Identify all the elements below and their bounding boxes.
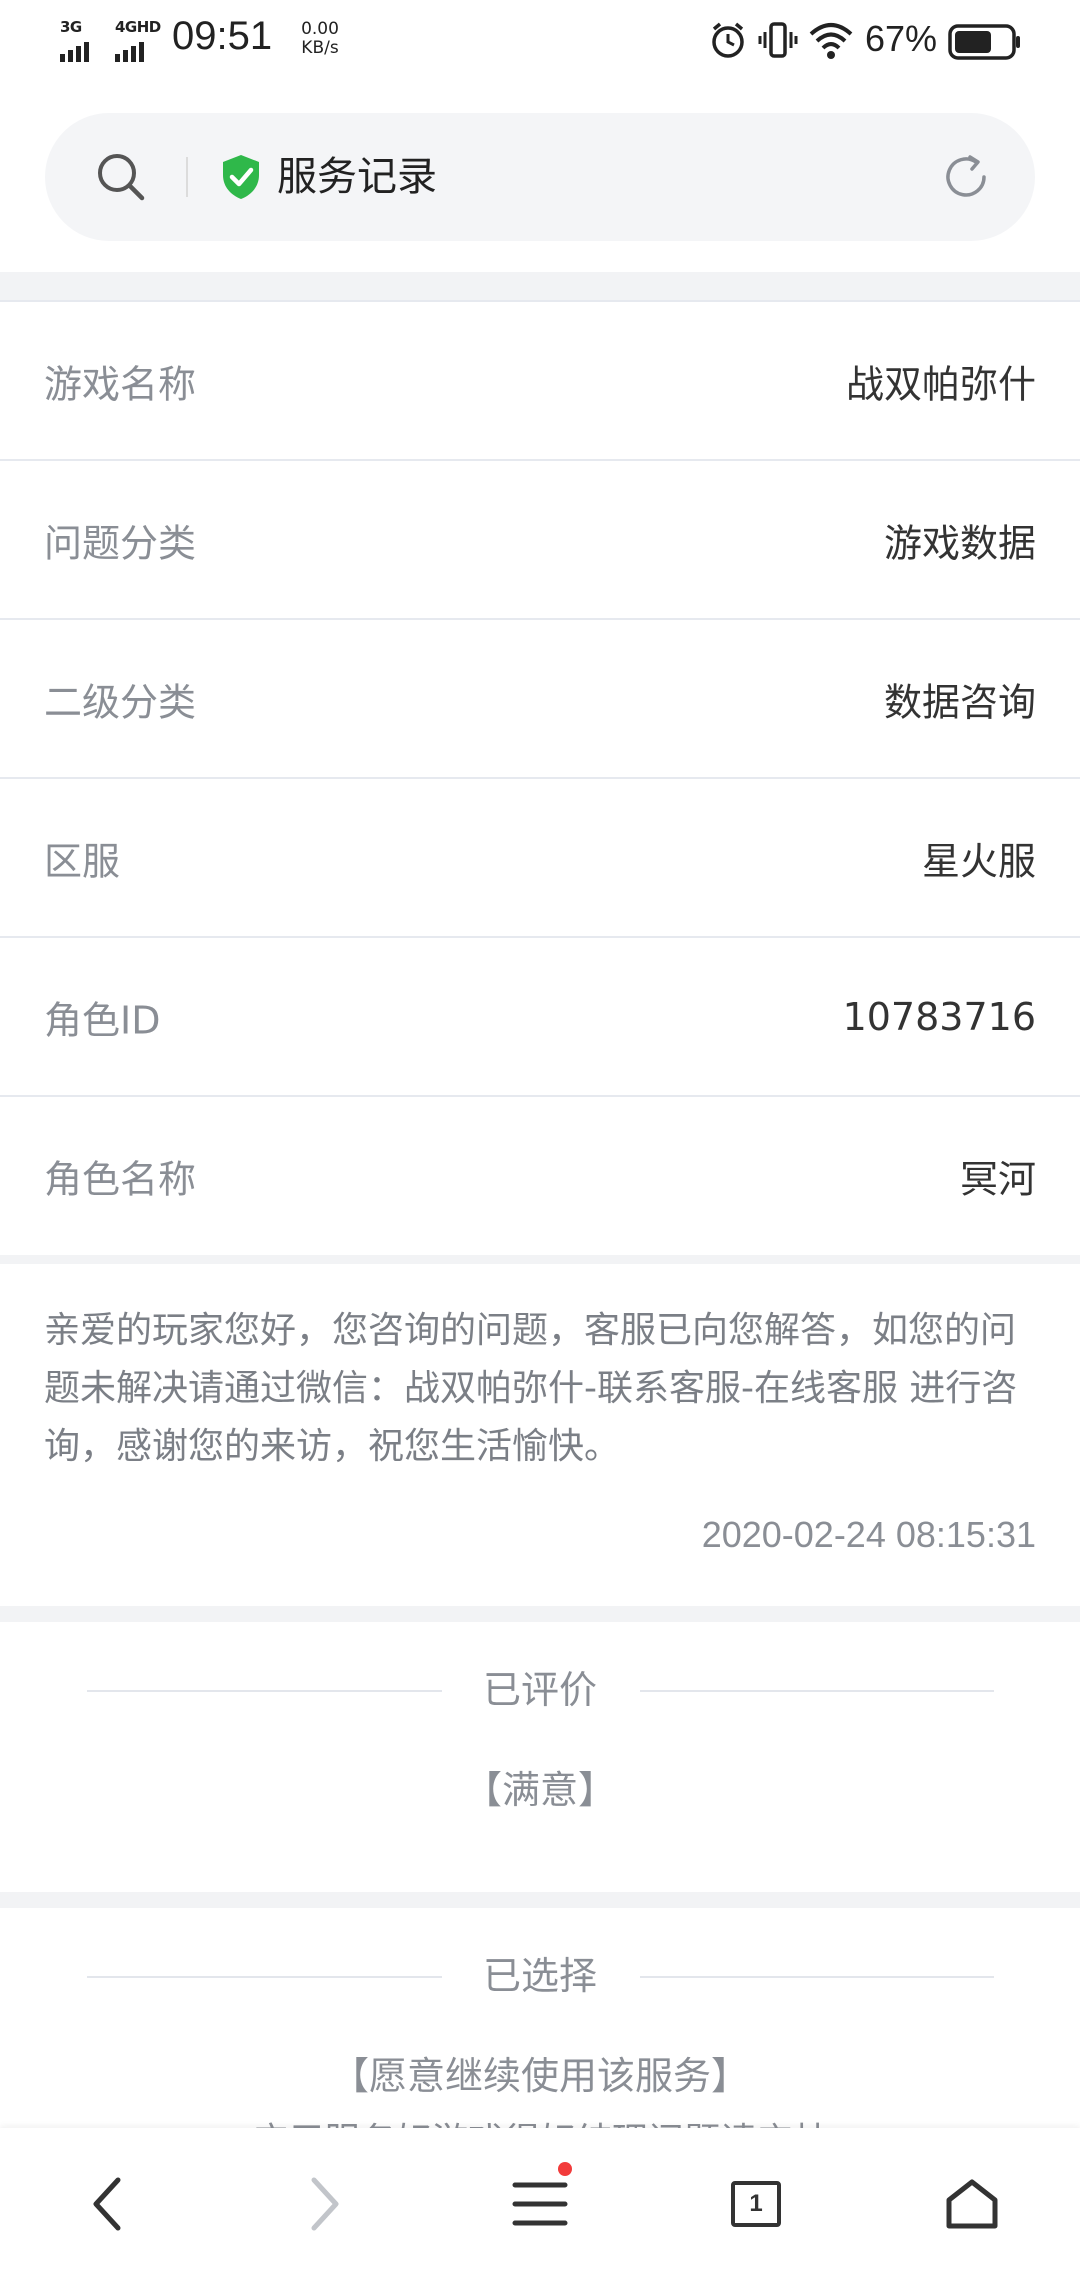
tab-count: 1 xyxy=(749,2190,763,2217)
info-value: 数据咨询 xyxy=(883,680,1036,724)
forward-button[interactable] xyxy=(216,2128,432,2280)
network-speed: 0.00 KB/s xyxy=(290,20,350,58)
reply-timestamp: 2020-02-24 08:15:31 xyxy=(701,1514,1036,1555)
section-divider xyxy=(640,1690,994,1692)
info-row-game-name: 游戏名称 战双帕弥什 xyxy=(0,302,1080,461)
service-info-list: 游戏名称 战双帕弥什 问题分类 游戏数据 二级分类 数据咨询 区服 星火服 角色… xyxy=(0,300,1080,1255)
tabs-button[interactable]: 1 xyxy=(648,2128,864,2280)
forward-icon xyxy=(311,2177,339,2231)
menu-icon xyxy=(512,2182,568,2226)
browser-bottom-nav: 1 xyxy=(0,2128,1080,2280)
battery-icon xyxy=(948,24,1020,60)
network-type-1: 3G xyxy=(60,18,82,36)
info-row-role-name: 角色名称 冥河 xyxy=(0,1097,1080,1255)
home-icon xyxy=(946,2179,998,2229)
wifi-icon xyxy=(809,23,853,59)
menu-button[interactable] xyxy=(432,2128,648,2280)
signal-3g-icon: 3G xyxy=(60,18,106,62)
vibrate-icon xyxy=(758,22,798,58)
info-label: 区服 xyxy=(44,839,121,883)
clock: 09:51 xyxy=(172,14,273,58)
battery-percent: 67% xyxy=(865,18,938,59)
notification-dot xyxy=(558,2162,572,2176)
info-value: 10783716 xyxy=(842,994,1036,1039)
choice-section: 已选择 【愿意继续使用该服务】 应用服务好游戏得好结理问题请応林 xyxy=(0,1908,1080,2162)
search-icon[interactable] xyxy=(95,151,147,203)
info-label: 二级分类 xyxy=(44,680,197,724)
alarm-icon xyxy=(712,22,744,58)
info-row-issue-category: 问题分类 游戏数据 xyxy=(0,461,1080,620)
rating-section-header: 已评价 xyxy=(0,1662,1080,1718)
rating-value: 【满意】 xyxy=(463,1768,616,1812)
signal-4g-icon: 4GHD xyxy=(115,18,163,62)
info-label: 角色名称 xyxy=(44,1157,197,1202)
info-label: 游戏名称 xyxy=(44,362,197,406)
address-bar[interactable]: 服务记录 xyxy=(45,113,1035,241)
choice-section-header: 已选择 xyxy=(0,1948,1080,2004)
info-row-sub-category: 二级分类 数据咨询 xyxy=(0,620,1080,779)
back-button[interactable] xyxy=(0,2128,216,2280)
refresh-icon[interactable] xyxy=(940,151,992,203)
speed-value: 0.00 xyxy=(301,19,339,39)
rating-section: 已评价 【满意】 xyxy=(0,1622,1080,1892)
info-row-role-id: 角色ID 10783716 xyxy=(0,938,1080,1097)
browser-header: 服务记录 xyxy=(0,80,1080,272)
network-type-2: 4GHD xyxy=(115,18,161,36)
info-label: 角色ID xyxy=(44,998,161,1042)
reply-message-card: 亲爱的玩家您好，您咨询的问题，客服已向您解答，如您的问题未解决请通过微信：战双帕… xyxy=(0,1264,1080,1606)
info-value: 战双帕弥什 xyxy=(845,362,1036,406)
page-title: 服务记录 xyxy=(277,154,437,200)
status-bar: 3G 4GHD 09:51 0.00 KB/s 67% xyxy=(0,0,1080,80)
info-value: 冥河 xyxy=(959,1157,1036,1202)
speed-unit: KB/s xyxy=(301,38,339,58)
back-icon xyxy=(93,2177,121,2231)
home-button[interactable] xyxy=(864,2128,1080,2280)
section-divider xyxy=(640,1976,994,1978)
reply-message-text: 亲爱的玩家您好，您咨询的问题，客服已向您解答，如您的问题未解决请通过微信：战双帕… xyxy=(44,1310,1018,1467)
info-value: 星火服 xyxy=(921,839,1036,883)
info-row-server: 区服 星火服 xyxy=(0,779,1080,938)
choice-value: 【愿意继续使用该服务】 xyxy=(330,2054,749,2098)
info-label: 问题分类 xyxy=(44,521,197,565)
address-divider xyxy=(186,157,188,197)
tabs-icon: 1 xyxy=(731,2181,781,2227)
info-value: 游戏数据 xyxy=(883,521,1036,565)
shield-check-icon xyxy=(223,155,259,199)
